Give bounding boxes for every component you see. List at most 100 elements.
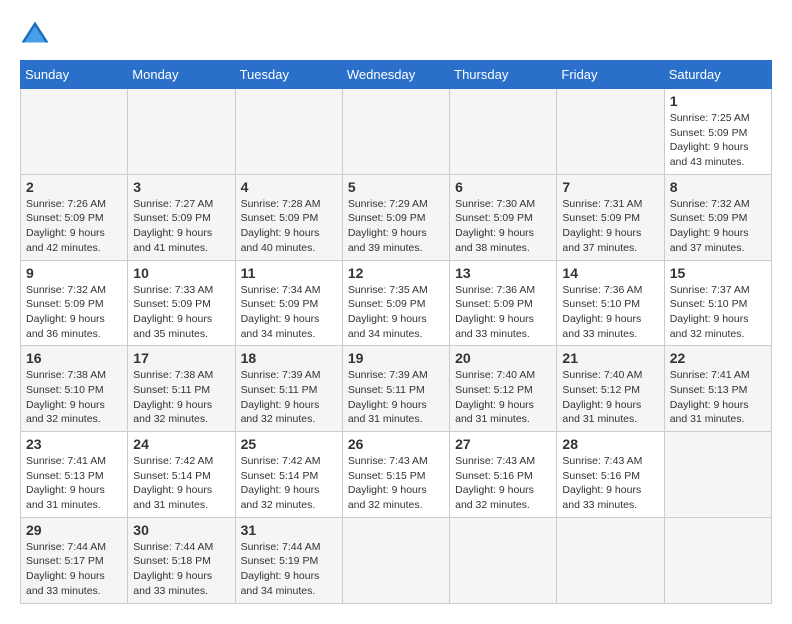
day-info: Sunrise: 7:28 AMSunset: 5:09 PMDaylight:… xyxy=(241,197,337,256)
day-number: 23 xyxy=(26,436,122,452)
day-info: Sunrise: 7:30 AMSunset: 5:09 PMDaylight:… xyxy=(455,197,551,256)
day-number: 7 xyxy=(562,179,658,195)
calendar-cell: 28Sunrise: 7:43 AMSunset: 5:16 PMDayligh… xyxy=(557,432,664,518)
calendar-cell: 4 Sunrise: 7:28 AMSunset: 5:09 PMDaylight… xyxy=(235,174,342,260)
day-number: 3 xyxy=(133,179,229,195)
day-info: Sunrise: 7:25 AMSunset: 5:09 PMDaylight:… xyxy=(670,111,766,170)
logo-icon xyxy=(20,20,50,50)
day-info: Sunrise: 7:38 AMSunset: 5:11 PMDaylight:… xyxy=(133,368,229,427)
calendar-cell: 10 Sunrise: 7:33 AMSunset: 5:09 PMDayligh… xyxy=(128,260,235,346)
day-number: 2 xyxy=(26,179,122,195)
day-info: Sunrise: 7:40 AMSunset: 5:12 PMDaylight:… xyxy=(455,368,551,427)
calendar-cell xyxy=(450,89,557,175)
calendar-cell: 25Sunrise: 7:42 AMSunset: 5:14 PMDayligh… xyxy=(235,432,342,518)
day-number: 12 xyxy=(348,265,444,281)
calendar-cell: 27Sunrise: 7:43 AMSunset: 5:16 PMDayligh… xyxy=(450,432,557,518)
calendar-cell: 6 Sunrise: 7:30 AMSunset: 5:09 PMDaylight… xyxy=(450,174,557,260)
calendar-cell: 1 Sunrise: 7:25 AMSunset: 5:09 PMDaylight… xyxy=(664,89,771,175)
calendar-cell xyxy=(235,89,342,175)
day-number: 1 xyxy=(670,93,766,109)
day-number: 16 xyxy=(26,350,122,366)
calendar-cell xyxy=(664,517,771,603)
calendar-week-1: 1 Sunrise: 7:25 AMSunset: 5:09 PMDaylight… xyxy=(21,89,772,175)
day-info: Sunrise: 7:41 AMSunset: 5:13 PMDaylight:… xyxy=(670,368,766,427)
calendar-cell: 2 Sunrise: 7:26 AMSunset: 5:09 PMDaylight… xyxy=(21,174,128,260)
day-header-saturday: Saturday xyxy=(664,61,771,89)
day-header-wednesday: Wednesday xyxy=(342,61,449,89)
calendar-cell: 22 Sunrise: 7:41 AMSunset: 5:13 PMDayligh… xyxy=(664,346,771,432)
calendar-cell xyxy=(21,89,128,175)
page-header xyxy=(20,20,772,50)
calendar-cell xyxy=(557,517,664,603)
calendar-cell: 26 Sunrise: 7:43 AMSunset: 5:15 PMDayligh… xyxy=(342,432,449,518)
calendar-cell: 5 Sunrise: 7:29 AMSunset: 5:09 PMDaylight… xyxy=(342,174,449,260)
calendar-cell xyxy=(664,432,771,518)
calendar-week-5: 23Sunrise: 7:41 AMSunset: 5:13 PMDayligh… xyxy=(21,432,772,518)
day-info: Sunrise: 7:42 AMSunset: 5:14 PMDaylight:… xyxy=(133,454,229,513)
calendar-cell: 24 Sunrise: 7:42 AMSunset: 5:14 PMDayligh… xyxy=(128,432,235,518)
day-number: 30 xyxy=(133,522,229,538)
day-number: 21 xyxy=(562,350,658,366)
calendar-cell: 31Sunrise: 7:44 AMSunset: 5:19 PMDayligh… xyxy=(235,517,342,603)
calendar-cell: 14 Sunrise: 7:36 AMSunset: 5:10 PMDayligh… xyxy=(557,260,664,346)
header-row: SundayMondayTuesdayWednesdayThursdayFrid… xyxy=(21,61,772,89)
day-info: Sunrise: 7:31 AMSunset: 5:09 PMDaylight:… xyxy=(562,197,658,256)
day-number: 10 xyxy=(133,265,229,281)
day-info: Sunrise: 7:32 AMSunset: 5:09 PMDaylight:… xyxy=(670,197,766,256)
day-number: 4 xyxy=(241,179,337,195)
calendar-cell: 21 Sunrise: 7:40 AMSunset: 5:12 PMDayligh… xyxy=(557,346,664,432)
day-number: 5 xyxy=(348,179,444,195)
day-info: Sunrise: 7:36 AMSunset: 5:10 PMDaylight:… xyxy=(562,283,658,342)
day-number: 17 xyxy=(133,350,229,366)
day-info: Sunrise: 7:43 AMSunset: 5:16 PMDaylight:… xyxy=(562,454,658,513)
day-info: Sunrise: 7:36 AMSunset: 5:09 PMDaylight:… xyxy=(455,283,551,342)
logo xyxy=(20,20,54,50)
day-number: 15 xyxy=(670,265,766,281)
calendar-cell xyxy=(128,89,235,175)
calendar-cell: 20 Sunrise: 7:40 AMSunset: 5:12 PMDayligh… xyxy=(450,346,557,432)
day-number: 6 xyxy=(455,179,551,195)
calendar-cell: 30 Sunrise: 7:44 AMSunset: 5:18 PMDayligh… xyxy=(128,517,235,603)
calendar-cell: 23Sunrise: 7:41 AMSunset: 5:13 PMDayligh… xyxy=(21,432,128,518)
day-number: 24 xyxy=(133,436,229,452)
day-info: Sunrise: 7:44 AMSunset: 5:18 PMDaylight:… xyxy=(133,540,229,599)
day-info: Sunrise: 7:44 AMSunset: 5:17 PMDaylight:… xyxy=(26,540,122,599)
calendar-cell: 9Sunrise: 7:32 AMSunset: 5:09 PMDaylight… xyxy=(21,260,128,346)
calendar-cell xyxy=(342,517,449,603)
day-info: Sunrise: 7:27 AMSunset: 5:09 PMDaylight:… xyxy=(133,197,229,256)
calendar-cell: 16 Sunrise: 7:38 AMSunset: 5:10 PMDayligh… xyxy=(21,346,128,432)
day-info: Sunrise: 7:40 AMSunset: 5:12 PMDaylight:… xyxy=(562,368,658,427)
day-number: 26 xyxy=(348,436,444,452)
calendar-week-3: 9Sunrise: 7:32 AMSunset: 5:09 PMDaylight… xyxy=(21,260,772,346)
calendar-cell: 13Sunrise: 7:36 AMSunset: 5:09 PMDayligh… xyxy=(450,260,557,346)
day-info: Sunrise: 7:43 AMSunset: 5:15 PMDaylight:… xyxy=(348,454,444,513)
calendar-cell xyxy=(450,517,557,603)
day-info: Sunrise: 7:29 AMSunset: 5:09 PMDaylight:… xyxy=(348,197,444,256)
calendar-cell: 12 Sunrise: 7:35 AMSunset: 5:09 PMDayligh… xyxy=(342,260,449,346)
calendar-cell: 18Sunrise: 7:39 AMSunset: 5:11 PMDayligh… xyxy=(235,346,342,432)
calendar-cell: 29 Sunrise: 7:44 AMSunset: 5:17 PMDayligh… xyxy=(21,517,128,603)
calendar-week-6: 29 Sunrise: 7:44 AMSunset: 5:17 PMDayligh… xyxy=(21,517,772,603)
calendar-cell: 11Sunrise: 7:34 AMSunset: 5:09 PMDayligh… xyxy=(235,260,342,346)
day-info: Sunrise: 7:39 AMSunset: 5:11 PMDaylight:… xyxy=(348,368,444,427)
day-info: Sunrise: 7:26 AMSunset: 5:09 PMDaylight:… xyxy=(26,197,122,256)
day-info: Sunrise: 7:38 AMSunset: 5:10 PMDaylight:… xyxy=(26,368,122,427)
day-number: 8 xyxy=(670,179,766,195)
day-info: Sunrise: 7:39 AMSunset: 5:11 PMDaylight:… xyxy=(241,368,337,427)
day-number: 20 xyxy=(455,350,551,366)
calendar-cell: 17 Sunrise: 7:38 AMSunset: 5:11 PMDayligh… xyxy=(128,346,235,432)
day-info: Sunrise: 7:37 AMSunset: 5:10 PMDaylight:… xyxy=(670,283,766,342)
calendar-cell xyxy=(557,89,664,175)
day-info: Sunrise: 7:35 AMSunset: 5:09 PMDaylight:… xyxy=(348,283,444,342)
day-info: Sunrise: 7:33 AMSunset: 5:09 PMDaylight:… xyxy=(133,283,229,342)
calendar-cell: 15 Sunrise: 7:37 AMSunset: 5:10 PMDayligh… xyxy=(664,260,771,346)
calendar-cell: 8 Sunrise: 7:32 AMSunset: 5:09 PMDaylight… xyxy=(664,174,771,260)
day-header-tuesday: Tuesday xyxy=(235,61,342,89)
day-number: 25 xyxy=(241,436,337,452)
day-info: Sunrise: 7:43 AMSunset: 5:16 PMDaylight:… xyxy=(455,454,551,513)
calendar-cell: 3 Sunrise: 7:27 AMSunset: 5:09 PMDaylight… xyxy=(128,174,235,260)
day-number: 14 xyxy=(562,265,658,281)
day-number: 29 xyxy=(26,522,122,538)
day-number: 22 xyxy=(670,350,766,366)
day-number: 11 xyxy=(241,265,337,281)
